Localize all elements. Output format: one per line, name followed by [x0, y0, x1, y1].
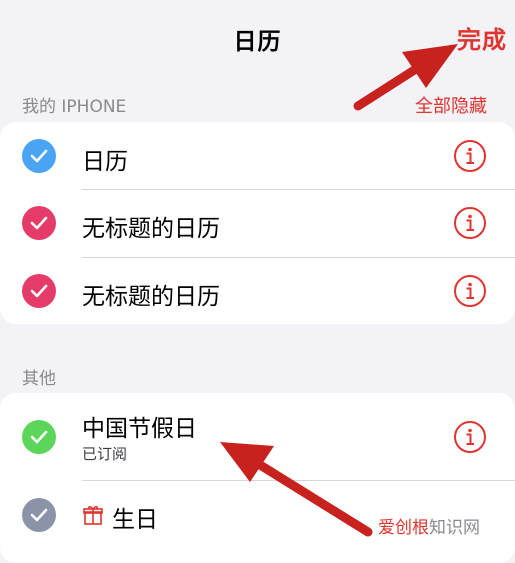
info-icon[interactable] [453, 274, 487, 308]
info-icon[interactable] [453, 206, 487, 240]
calendar-row[interactable]: 中国节假日 已订阅 [0, 393, 515, 480]
watermark: 爱创根知识网 [378, 513, 480, 538]
watermark-part2: 知识网 [429, 518, 480, 538]
info-icon[interactable] [453, 420, 487, 454]
calendar-sublabel: 已订阅 [82, 445, 128, 463]
calendar-row[interactable]: 无标题的日历 [0, 190, 515, 257]
done-button[interactable]: 完成 [457, 20, 507, 55]
checkmark-icon[interactable] [22, 274, 56, 308]
checkmark-icon[interactable] [22, 139, 56, 173]
calendar-label: 日历 [82, 149, 128, 175]
checkmark-icon[interactable] [22, 420, 56, 454]
checkmark-icon[interactable] [22, 206, 56, 240]
gift-icon [82, 504, 104, 526]
section-label-iphone: 我的 IPHONE [22, 97, 127, 117]
watermark-part1: 爱创根 [378, 518, 429, 538]
checkmark-icon[interactable] [22, 498, 56, 532]
nav-bar: 日历 完成 [0, 0, 515, 78]
calendar-row[interactable]: 无标题的日历 [0, 258, 515, 324]
calendar-label: 无标题的日历 [82, 216, 220, 242]
calendar-label: 生日 [112, 507, 158, 533]
calendar-label: 中国节假日 [82, 416, 197, 442]
info-icon[interactable] [453, 139, 487, 173]
calendar-row[interactable]: 日历 [0, 122, 515, 189]
iphone-calendar-group: 日历 无标题的日历 无标题的日历 [0, 122, 515, 324]
hide-all-button[interactable]: 全部隐藏 [415, 92, 487, 118]
calendar-label: 无标题的日历 [82, 284, 220, 310]
section-label-other: 其他 [22, 369, 56, 389]
page-title: 日历 [233, 29, 282, 55]
